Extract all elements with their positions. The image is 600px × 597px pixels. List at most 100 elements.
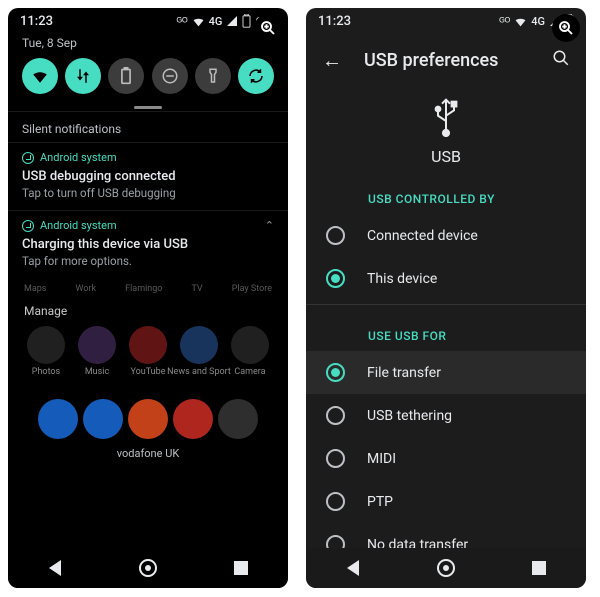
qs-handle[interactable] (134, 106, 162, 109)
magnify-icon[interactable] (254, 14, 282, 42)
app-icon (78, 326, 116, 364)
radio-label: Connected device (367, 228, 478, 244)
app-label: Music (85, 367, 109, 377)
notification-charging-usb[interactable]: Android system ⌃ Charging this device vi… (8, 210, 288, 278)
status-bar: 11:23 ᴳᴼ 4G 64% (8, 8, 288, 34)
section-use-for: USE USB FOR (306, 309, 586, 351)
radio-icon (326, 226, 345, 245)
screen-title: USB preferences (364, 50, 498, 71)
radio-midi[interactable]: MIDI (306, 437, 586, 480)
app-youtube[interactable]: YouTube (124, 326, 172, 377)
manage-label[interactable]: Manage (18, 294, 278, 324)
back-arrow-icon[interactable]: ← (322, 48, 342, 73)
app-camera[interactable]: Camera (226, 326, 274, 377)
nav-home-button[interactable] (435, 557, 457, 579)
notification-title: USB debugging connected (22, 169, 274, 184)
app-music[interactable]: Music (73, 326, 121, 377)
qs-date: Tue, 8 Sep (8, 34, 288, 56)
signal-icon (226, 15, 238, 27)
navigation-bar (306, 548, 586, 588)
radio-label: PTP (367, 494, 393, 510)
app-icon (231, 326, 269, 364)
app-label: Photos (32, 367, 60, 377)
radio-file-transfer[interactable]: File transfer (306, 351, 586, 394)
radio-label: USB tethering (367, 408, 452, 424)
nav-back-button[interactable] (342, 557, 364, 579)
app-icon (129, 326, 167, 364)
nav-back-button[interactable] (44, 557, 66, 579)
network-type: 4G (209, 15, 223, 28)
section-controlled-by: USB CONTROLLED BY (306, 172, 586, 214)
nav-home-button[interactable] (137, 557, 159, 579)
app-label: Flamingo (125, 284, 162, 294)
search-icon[interactable] (552, 49, 570, 72)
quick-settings-tiles (8, 56, 288, 102)
radio-icon (326, 449, 345, 468)
tile-wifi[interactable] (22, 58, 58, 94)
tile-data[interactable] (65, 58, 101, 94)
notification-app: Android system (40, 151, 117, 164)
tile-battery-saver[interactable] (108, 58, 144, 94)
dock-messages[interactable] (83, 399, 123, 439)
radio-label: File transfer (367, 365, 441, 381)
radio-ptp[interactable]: PTP (306, 480, 586, 523)
radio-label: MIDI (367, 451, 396, 467)
tile-torch[interactable] (195, 58, 231, 94)
notification-title: Charging this device via USB (22, 237, 274, 252)
app-news-and-sport[interactable]: News and Sport (175, 326, 223, 377)
app-bar: ← USB preferences (306, 34, 586, 83)
radio-this-device[interactable]: This device (306, 257, 586, 300)
wifi-icon (514, 15, 527, 28)
app-label: News and Sport (167, 367, 231, 377)
divider (306, 304, 586, 305)
navigation-bar (8, 548, 288, 588)
phone-notification-shade: 11:23 ᴳᴼ 4G 64% Tue, 8 Sep Silent notifi… (8, 8, 288, 588)
usb-hero: USB (306, 83, 586, 172)
silent-header: Silent notifications (8, 111, 288, 142)
usb-icon (430, 97, 462, 137)
network-type: 4G (531, 15, 545, 28)
carrier-label: vodafone UK (18, 441, 278, 464)
clock: 11:23 (20, 14, 53, 29)
app-label: Maps (24, 284, 46, 294)
status-bar: 11:23 ᴳᴼ 4G (306, 8, 586, 34)
dock-chat[interactable] (218, 399, 258, 439)
magnify-icon[interactable] (552, 14, 580, 42)
chevron-up-icon[interactable]: ⌃ (265, 219, 274, 232)
app-label: Play Store (232, 284, 272, 294)
android-system-icon (22, 220, 34, 232)
notification-subtitle: Tap for more options. (22, 254, 274, 268)
phone-usb-preferences: 11:23 ᴳᴼ 4G ← USB preferences USB USB CO… (306, 8, 586, 588)
app-photos[interactable]: Photos (22, 326, 70, 377)
notification-app: Android system (40, 219, 117, 232)
radio-label: This device (367, 271, 437, 287)
app-label: Work (76, 284, 97, 294)
radio-icon (326, 363, 345, 382)
app-icon (27, 326, 65, 364)
android-system-icon (22, 152, 34, 164)
radio-usb-tethering[interactable]: USB tethering (306, 394, 586, 437)
app-label: YouTube (131, 367, 166, 377)
radio-connected-device[interactable]: Connected device (306, 214, 586, 257)
dock-gmail[interactable] (173, 399, 213, 439)
radio-icon (326, 406, 345, 425)
radio-icon (326, 492, 345, 511)
wifi-icon (192, 15, 205, 28)
app-label: TV (191, 284, 202, 294)
nav-recent-button[interactable] (230, 557, 252, 579)
roaming-indicator: ᴳᴼ (177, 15, 188, 28)
app-icon (180, 326, 218, 364)
home-screen-dimmed: Maps Work Flamingo TV Play Store Manage … (8, 278, 288, 464)
roaming-indicator: ᴳᴼ (499, 15, 510, 28)
nav-recent-button[interactable] (528, 557, 550, 579)
tile-dnd[interactable] (152, 58, 188, 94)
usb-hero-label: USB (306, 147, 586, 166)
battery-icon (242, 14, 251, 28)
tile-rotate[interactable] (238, 58, 274, 94)
notification-subtitle: Tap to turn off USB debugging (22, 186, 274, 200)
clock: 11:23 (318, 14, 351, 29)
radio-icon (326, 269, 345, 288)
notification-usb-debugging[interactable]: Android system USB debugging connected T… (8, 142, 288, 210)
dock-phone[interactable] (38, 399, 78, 439)
dock-brave[interactable] (128, 399, 168, 439)
